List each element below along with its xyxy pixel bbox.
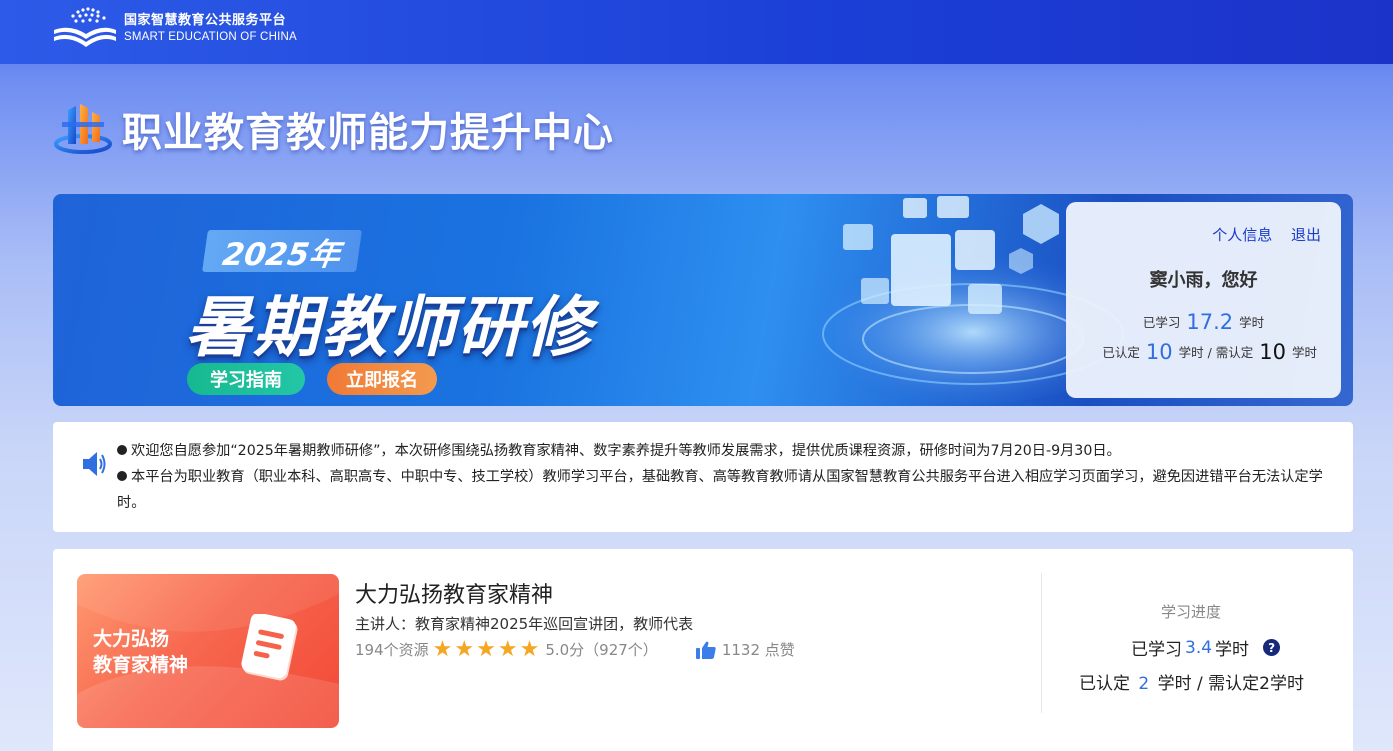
required-unit: 学时 <box>1291 345 1317 360</box>
required-hours-value: 10 <box>1259 340 1286 364</box>
bullet-icon <box>117 445 127 455</box>
promo-banner: 2025年 暑期教师研修 学习指南 立即报名 个人信息 退出 窦小雨，您好 已学… <box>53 194 1353 406</box>
course-studied-hours: 已学习 3.4 学时 ? <box>1131 635 1281 660</box>
notice-item: 欢迎您自愿参加“2025年暑期教师研修”，本次研修围绕弘扬教育家精神、数字素养提… <box>117 438 1327 464</box>
star-icon: ★ <box>432 636 453 662</box>
studied-unit: 学时 <box>1239 315 1265 330</box>
open-book-logo-icon <box>54 7 116 47</box>
course-certified-hours: 已认定 2 学时 / 需认定2学时 <box>1079 669 1304 694</box>
course-speaker: 主讲人：教育家精神2025年巡回宣讲团，教师代表 <box>355 615 694 633</box>
banner-year: 2025年 <box>202 230 362 273</box>
star-icon: ★ <box>497 636 518 662</box>
like-count: 1132 点赞 <box>721 641 795 659</box>
thumbs-up-icon <box>695 641 716 659</box>
course-card[interactable]: 大力弘扬 教育家精神 大力弘扬教育家精神 主讲人：教育家精神2025年巡回宣讲团… <box>53 549 1353 751</box>
course-certified-prefix: 已认定 <box>1079 674 1130 694</box>
study-guide-button[interactable]: 学习指南 <box>187 363 305 395</box>
course-studied-unit: 学时 <box>1215 640 1250 660</box>
star-icon: ★ <box>476 636 496 662</box>
page-title: 职业教育教师能力提升中心 <box>122 110 614 156</box>
page-heading: 职业教育教师能力提升中心 <box>54 100 614 158</box>
required-separator: 学时 / 需认定 <box>1178 345 1254 360</box>
logo-title-en: SMART EDUCATION OF CHINA <box>124 31 297 43</box>
resource-count: 194个资源 <box>355 641 429 659</box>
course-certified-value: 2 <box>1138 674 1150 694</box>
center-logo-icon <box>54 104 112 154</box>
site-logo[interactable]: 国家智慧教育公共服务平台 SMART EDUCATION OF CHINA <box>52 6 297 50</box>
progress-label: 学习进度 <box>1161 603 1222 621</box>
like-button[interactable]: 1132 点赞 <box>695 639 795 660</box>
star-icon: ★ <box>519 636 540 662</box>
personal-info-link[interactable]: 个人信息 <box>1212 226 1272 244</box>
vertical-divider <box>1041 573 1042 713</box>
certified-hours-summary: 已认定 10 学时 / 需认定 10 学时 <box>1102 340 1317 364</box>
course-certified-suffix: 学时 / 需认定2学时 <box>1157 674 1304 694</box>
course-studied-value: 3.4 <box>1185 637 1213 658</box>
user-info-card: 个人信息 退出 窦小雨，您好 已学习 17.2 学时 已认定 10 学时 / 需… <box>1066 202 1341 398</box>
logo-title-cn: 国家智慧教育公共服务平台 <box>124 13 287 28</box>
notice-text: 本平台为职业教育（职业本科、高职高专、中职中专、技工学校）教师学习平台，基础教育… <box>117 469 1323 511</box>
studied-hours-summary: 已学习 17.2 学时 <box>1066 310 1341 334</box>
enroll-now-button[interactable]: 立即报名 <box>327 363 437 395</box>
certified-prefix: 已认定 <box>1102 345 1140 360</box>
star-icon: ★ <box>454 636 475 662</box>
top-bar: 国家智慧教育公共服务平台 SMART EDUCATION OF CHINA <box>0 0 1393 64</box>
help-icon[interactable]: ? <box>1263 639 1281 656</box>
studied-prefix: 已学习 <box>1142 315 1181 330</box>
thumbnail-line1: 大力弘扬 <box>93 628 170 650</box>
studied-hours-value: 17.2 <box>1186 310 1234 334</box>
course-title[interactable]: 大力弘扬教育家精神 <box>355 577 553 609</box>
certified-hours-value: 10 <box>1145 340 1173 364</box>
rating-stars: ★ ★ ★ ★ ★ <box>432 636 542 662</box>
thumbnail-line2: 教育家精神 <box>93 654 189 676</box>
rating-text: 5.0分（927个） <box>545 641 658 659</box>
course-studied-prefix: 已学习 <box>1131 640 1182 660</box>
speaker-icon <box>83 452 106 476</box>
banner-title: 暑期教师研修 <box>185 289 593 366</box>
notice-panel: 欢迎您自愿参加“2025年暑期教师研修”，本次研修围绕弘扬教育家精神、数字素养提… <box>53 422 1353 532</box>
bullet-icon <box>117 471 127 481</box>
notice-text: 欢迎您自愿参加“2025年暑期教师研修”，本次研修围绕弘扬教育家精神、数字素养提… <box>131 443 1121 459</box>
user-greeting: 窦小雨，您好 <box>1149 270 1258 291</box>
logout-link[interactable]: 退出 <box>1291 226 1321 244</box>
course-meta: 194个资源 ★ ★ ★ ★ ★ 5.0分（927个） 1132 点赞 <box>355 636 795 662</box>
course-thumbnail[interactable]: 大力弘扬 教育家精神 <box>77 574 339 728</box>
document-icon <box>241 614 298 681</box>
notice-item: 本平台为职业教育（职业本科、高职高专、中职中专、技工学校）教师学习平台，基础教育… <box>117 464 1327 516</box>
